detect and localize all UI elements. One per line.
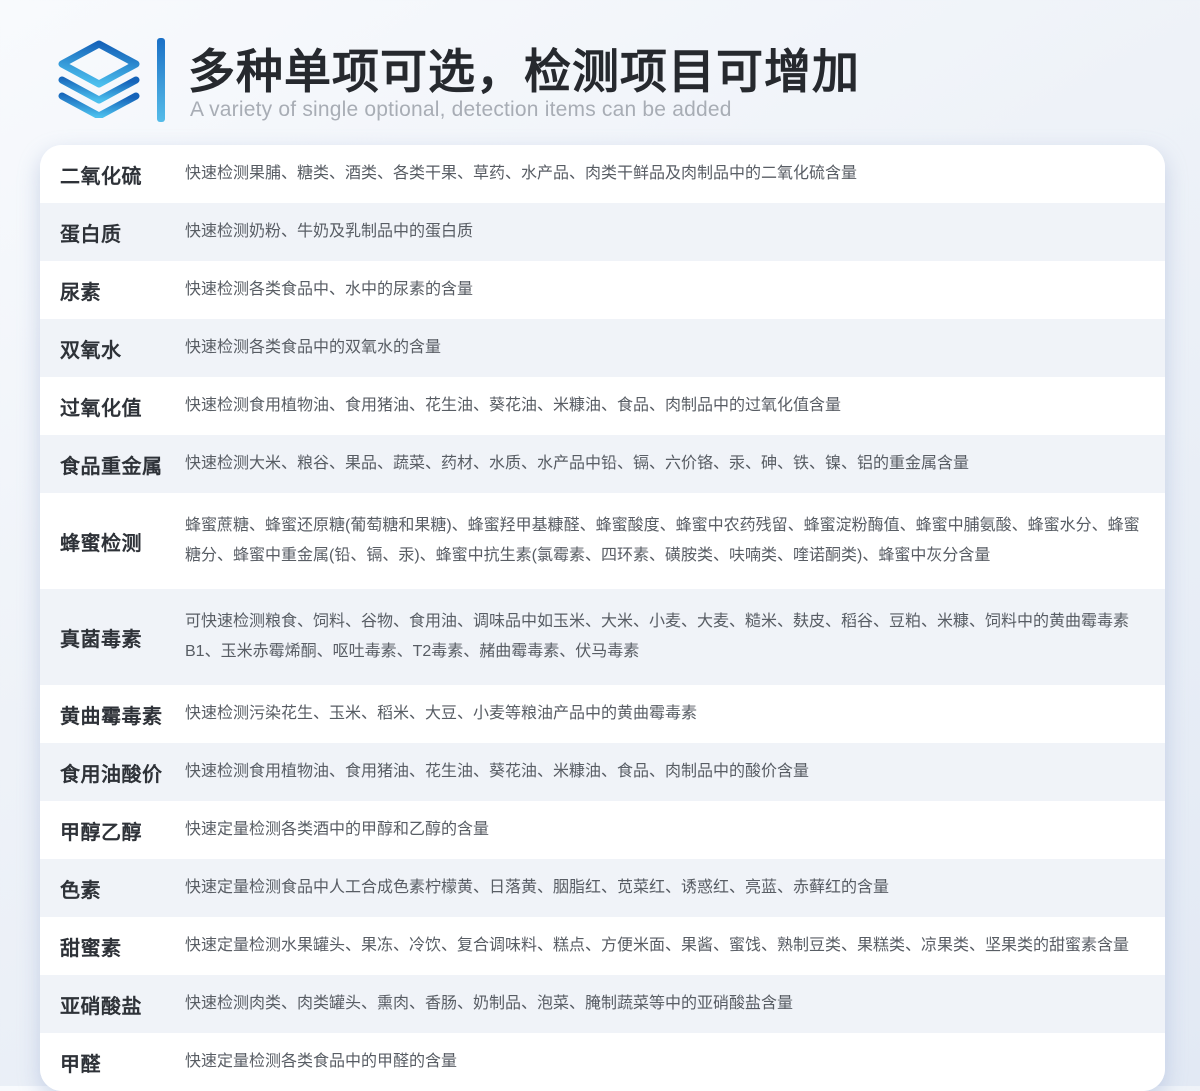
row-description: 快速检测奶粉、牛奶及乳制品中的蛋白质 bbox=[185, 217, 1151, 247]
row-label: 尿素 bbox=[60, 276, 185, 305]
page-subtitle: A variety of single optional, detection … bbox=[190, 98, 732, 122]
row-description: 快速定量检测各类食品中的甲醛的含量 bbox=[185, 1047, 1151, 1077]
header: 多种单项可选，检测项目可增加 A variety of single optio… bbox=[0, 0, 1200, 145]
title-accent-bar bbox=[157, 38, 165, 122]
row-label: 双氧水 bbox=[60, 334, 185, 363]
page-title: 多种单项可选，检测项目可增加 bbox=[188, 33, 860, 102]
row-description: 快速检测各类食品中、水中的尿素的含量 bbox=[185, 275, 1151, 305]
table-row: 食品重金属 快速检测大米、粮谷、果品、蔬菜、药材、水质、水产品中铅、镉、六价铬、… bbox=[40, 435, 1165, 493]
table-row: 甲醇乙醇 快速定量检测各类酒中的甲醇和乙醇的含量 bbox=[40, 801, 1165, 859]
detection-items-table: 二氧化硫 快速检测果脯、糖类、酒类、各类干果、草药、水产品、肉类干鲜品及肉制品中… bbox=[40, 145, 1165, 1091]
table-row: 甲醛 快速定量检测各类食品中的甲醛的含量 bbox=[40, 1033, 1165, 1091]
row-label: 食品重金属 bbox=[60, 450, 185, 479]
row-description: 快速定量检测水果罐头、果冻、冷饮、复合调味料、糕点、方便米面、果酱、蜜饯、熟制豆… bbox=[185, 931, 1151, 961]
table-row: 蛋白质 快速检测奶粉、牛奶及乳制品中的蛋白质 bbox=[40, 203, 1165, 261]
table-row: 黄曲霉毒素 快速检测污染花生、玉米、稻米、大豆、小麦等粮油产品中的黄曲霉毒素 bbox=[40, 685, 1165, 743]
row-label: 蛋白质 bbox=[60, 218, 185, 247]
row-description: 快速检测肉类、肉类罐头、熏肉、香肠、奶制品、泡菜、腌制蔬菜等中的亚硝酸盐含量 bbox=[185, 989, 1151, 1019]
table-row: 真菌毒素 可快速检测粮食、饲料、谷物、食用油、调味品中如玉米、大米、小麦、大麦、… bbox=[40, 589, 1165, 685]
row-label: 过氧化值 bbox=[60, 392, 185, 421]
row-label: 蜂蜜检测 bbox=[60, 527, 185, 556]
row-description: 快速检测食用植物油、食用猪油、花生油、葵花油、米糠油、食品、肉制品中的酸价含量 bbox=[185, 757, 1151, 787]
row-label: 二氧化硫 bbox=[60, 160, 185, 189]
row-description: 快速定量检测食品中人工合成色素柠檬黄、日落黄、胭脂红、苋菜红、诱惑红、亮蓝、赤藓… bbox=[185, 873, 1151, 903]
table-row: 亚硝酸盐 快速检测肉类、肉类罐头、熏肉、香肠、奶制品、泡菜、腌制蔬菜等中的亚硝酸… bbox=[40, 975, 1165, 1033]
row-label: 甲醇乙醇 bbox=[60, 816, 185, 845]
row-label: 黄曲霉毒素 bbox=[60, 700, 185, 729]
table-row: 色素 快速定量检测食品中人工合成色素柠檬黄、日落黄、胭脂红、苋菜红、诱惑红、亮蓝… bbox=[40, 859, 1165, 917]
row-label: 甲醛 bbox=[60, 1048, 185, 1077]
row-label: 甜蜜素 bbox=[60, 932, 185, 961]
row-description: 快速检测各类食品中的双氧水的含量 bbox=[185, 333, 1151, 363]
table-row: 尿素 快速检测各类食品中、水中的尿素的含量 bbox=[40, 261, 1165, 319]
row-label: 色素 bbox=[60, 874, 185, 903]
table-row: 甜蜜素 快速定量检测水果罐头、果冻、冷饮、复合调味料、糕点、方便米面、果酱、蜜饯… bbox=[40, 917, 1165, 975]
row-description: 快速定量检测各类酒中的甲醇和乙醇的含量 bbox=[185, 815, 1151, 845]
row-label: 真菌毒素 bbox=[60, 623, 185, 652]
row-description: 可快速检测粮食、饲料、谷物、食用油、调味品中如玉米、大米、小麦、大麦、糙米、麸皮… bbox=[185, 607, 1151, 667]
table-row: 二氧化硫 快速检测果脯、糖类、酒类、各类干果、草药、水产品、肉类干鲜品及肉制品中… bbox=[40, 145, 1165, 203]
layers-stack-icon bbox=[56, 40, 142, 118]
table-row: 食用油酸价 快速检测食用植物油、食用猪油、花生油、葵花油、米糠油、食品、肉制品中… bbox=[40, 743, 1165, 801]
table-row: 过氧化值 快速检测食用植物油、食用猪油、花生油、葵花油、米糠油、食品、肉制品中的… bbox=[40, 377, 1165, 435]
row-description: 快速检测大米、粮谷、果品、蔬菜、药材、水质、水产品中铅、镉、六价铬、汞、砷、铁、… bbox=[185, 449, 1151, 479]
row-description: 快速检测污染花生、玉米、稻米、大豆、小麦等粮油产品中的黄曲霉毒素 bbox=[185, 699, 1151, 729]
table-row: 双氧水 快速检测各类食品中的双氧水的含量 bbox=[40, 319, 1165, 377]
row-description: 蜂蜜蔗糖、蜂蜜还原糖(葡萄糖和果糖)、蜂蜜羟甲基糠醛、蜂蜜酸度、蜂蜜中农药残留、… bbox=[185, 511, 1151, 571]
row-label: 亚硝酸盐 bbox=[60, 990, 185, 1019]
row-description: 快速检测食用植物油、食用猪油、花生油、葵花油、米糠油、食品、肉制品中的过氧化值含… bbox=[185, 391, 1151, 421]
table-row: 蜂蜜检测 蜂蜜蔗糖、蜂蜜还原糖(葡萄糖和果糖)、蜂蜜羟甲基糠醛、蜂蜜酸度、蜂蜜中… bbox=[40, 493, 1165, 589]
row-label: 食用油酸价 bbox=[60, 758, 185, 787]
row-description: 快速检测果脯、糖类、酒类、各类干果、草药、水产品、肉类干鲜品及肉制品中的二氧化硫… bbox=[185, 159, 1151, 189]
